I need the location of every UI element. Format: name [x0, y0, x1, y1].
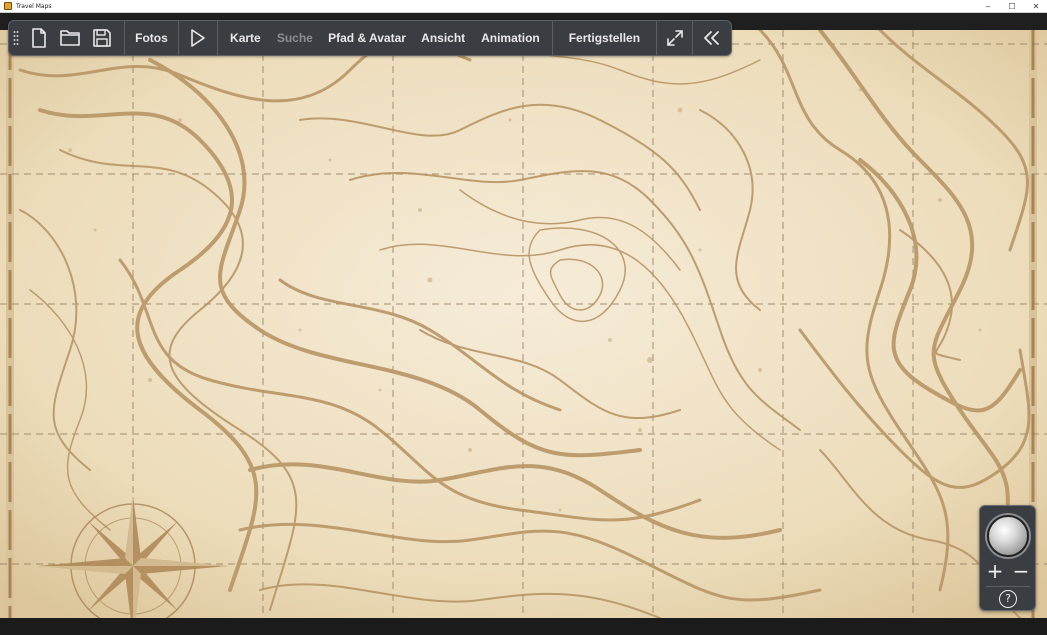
grip-icon[interactable] [9, 21, 23, 55]
new-file-icon[interactable] [23, 20, 55, 56]
ansicht-menu[interactable]: Ansicht [417, 20, 468, 56]
zoom-divider [986, 586, 1030, 587]
zoom-out-button[interactable]: − [1010, 560, 1032, 582]
help-button[interactable]: ? [999, 590, 1017, 608]
maximize-button[interactable]: ☐ [1007, 0, 1017, 13]
fotos-button[interactable]: Fotos [125, 20, 178, 56]
zoom-knob[interactable] [987, 515, 1029, 557]
suche-menu[interactable]: Suche [273, 20, 317, 56]
window-title: Travel Maps [16, 2, 52, 10]
fertigstellen-menu[interactable]: Fertigstellen [553, 20, 656, 56]
save-icon[interactable] [86, 20, 118, 56]
zoom-in-button[interactable]: + [984, 560, 1006, 582]
close-button[interactable]: ✕ [1031, 0, 1041, 13]
zoom-control-panel: + − ? [979, 505, 1036, 611]
collapse-icon[interactable] [693, 20, 731, 56]
fullscreen-icon[interactable] [657, 20, 693, 56]
open-folder-icon[interactable] [54, 20, 86, 56]
map-background [0, 30, 1047, 618]
minimize-button[interactable]: – [983, 0, 993, 13]
karte-menu[interactable]: Karte [218, 20, 273, 56]
bottom-band [0, 618, 1047, 635]
window-titlebar: Travel Maps – ☐ ✕ [0, 0, 1047, 13]
pfad-avatar-menu[interactable]: Pfad & Avatar [317, 20, 418, 56]
map-canvas[interactable] [0, 30, 1047, 618]
window-controls: – ☐ ✕ [983, 0, 1041, 13]
main-toolbar: Fotos Karte Suche Pfad & Avatar Ansicht … [8, 20, 732, 56]
play-icon[interactable] [179, 20, 217, 56]
app-icon [4, 2, 12, 10]
animation-menu[interactable]: Animation [469, 20, 552, 56]
